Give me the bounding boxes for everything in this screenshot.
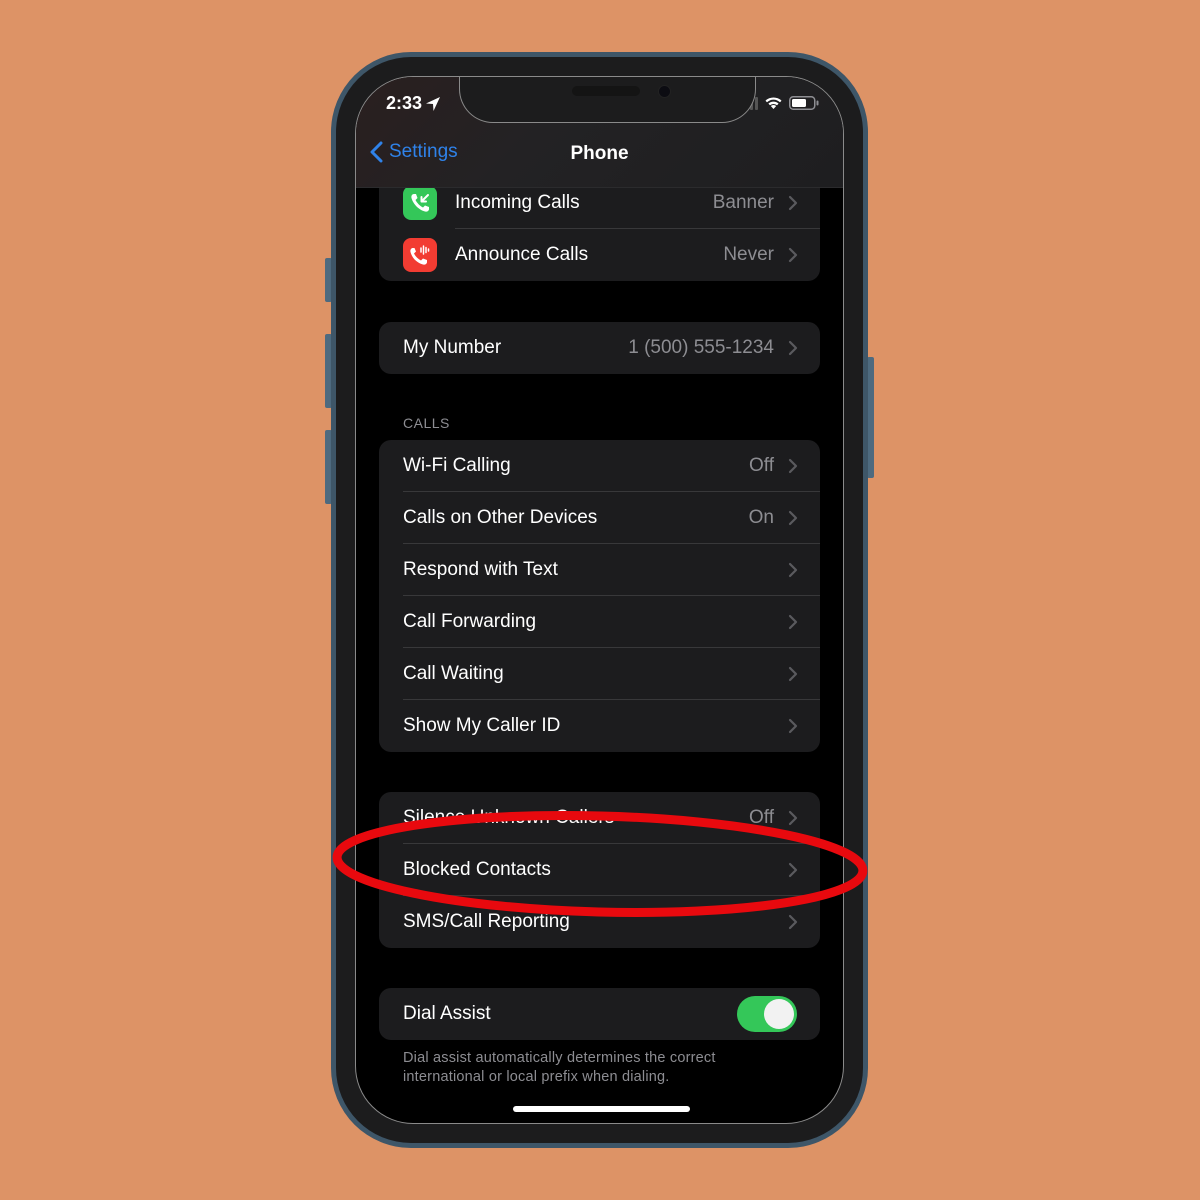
announce-call-icon bbox=[403, 238, 437, 272]
wifi-calling-value: Off bbox=[749, 455, 774, 476]
blocked-contacts-label: Blocked Contacts bbox=[403, 859, 551, 880]
blocking-group: Silence Unknown Callers Off Blocked Cont… bbox=[379, 792, 820, 948]
silence-unknown-callers-row[interactable]: Silence Unknown Callers Off bbox=[379, 792, 820, 844]
chevron-right-icon bbox=[788, 666, 798, 682]
battery-icon bbox=[789, 96, 819, 110]
phone-screen: 2:33 Settings Phone Incoming Calls Banne… bbox=[355, 76, 844, 1124]
chevron-right-icon bbox=[788, 810, 798, 826]
earpiece-speaker bbox=[572, 86, 640, 96]
chevron-right-icon bbox=[788, 340, 798, 356]
announce-calls-row[interactable]: Announce Calls Never bbox=[379, 229, 820, 281]
phone-frame: 2:33 Settings Phone Incoming Calls Banne… bbox=[331, 52, 868, 1148]
silence-unknown-callers-value: Off bbox=[749, 807, 774, 828]
call-forwarding-label: Call Forwarding bbox=[403, 611, 537, 632]
wifi-calling-row[interactable]: Wi-Fi Calling Off bbox=[379, 440, 820, 492]
settings-list: Incoming Calls Banner Announce Calls Nev… bbox=[356, 77, 843, 1123]
front-camera bbox=[658, 85, 671, 98]
show-my-caller-id-label: Show My Caller ID bbox=[403, 715, 561, 736]
chevron-right-icon bbox=[788, 458, 798, 474]
phone-bezel: 2:33 Settings Phone Incoming Calls Banne… bbox=[336, 57, 863, 1143]
incoming-call-icon bbox=[403, 186, 437, 220]
dial-assist-row: Dial Assist bbox=[379, 988, 820, 1040]
dial-assist-toggle[interactable] bbox=[737, 996, 797, 1032]
toggle-knob bbox=[764, 999, 794, 1029]
call-forwarding-row[interactable]: Call Forwarding bbox=[379, 596, 820, 648]
sms-call-reporting-row[interactable]: SMS/Call Reporting bbox=[379, 896, 820, 948]
show-my-caller-id-row[interactable]: Show My Caller ID bbox=[379, 700, 820, 752]
power-button[interactable] bbox=[867, 357, 874, 478]
wifi-calling-label: Wi-Fi Calling bbox=[403, 455, 511, 476]
my-number-group: My Number 1 (500) 555-1234 bbox=[379, 322, 820, 374]
respond-with-text-row[interactable]: Respond with Text bbox=[379, 544, 820, 596]
chevron-right-icon bbox=[788, 247, 798, 263]
announce-calls-value: Never bbox=[723, 244, 774, 265]
call-waiting-row[interactable]: Call Waiting bbox=[379, 648, 820, 700]
chevron-right-icon bbox=[788, 614, 798, 630]
chevron-right-icon bbox=[788, 718, 798, 734]
navigation-header: 2:33 Settings Phone bbox=[356, 77, 843, 188]
dial-assist-footer: Dial assist automatically determines the… bbox=[403, 1050, 716, 1085]
my-number-row[interactable]: My Number 1 (500) 555-1234 bbox=[379, 322, 820, 374]
my-number-label: My Number bbox=[403, 337, 502, 358]
home-indicator[interactable] bbox=[513, 1106, 690, 1112]
location-arrow-icon bbox=[426, 96, 441, 111]
respond-with-text-label: Respond with Text bbox=[403, 559, 558, 580]
calls-on-other-devices-label: Calls on Other Devices bbox=[403, 507, 598, 528]
chevron-right-icon bbox=[788, 195, 798, 211]
status-bar-time: 2:33 bbox=[386, 93, 441, 114]
dial-assist-group: Dial Assist bbox=[379, 988, 820, 1040]
incoming-calls-label: Incoming Calls bbox=[455, 192, 580, 213]
dial-assist-label: Dial Assist bbox=[403, 1003, 491, 1024]
chevron-right-icon bbox=[788, 562, 798, 578]
notch bbox=[459, 77, 756, 123]
call-waiting-label: Call Waiting bbox=[403, 663, 504, 684]
calls-on-other-devices-value: On bbox=[748, 507, 774, 528]
my-number-value: 1 (500) 555-1234 bbox=[628, 337, 774, 358]
page-title: Phone bbox=[570, 143, 629, 164]
chevron-right-icon bbox=[788, 862, 798, 878]
calls-group: Wi-Fi Calling Off Calls on Other Devices… bbox=[379, 440, 820, 752]
calls-section-header: CALLS bbox=[403, 415, 450, 431]
wifi-icon bbox=[765, 97, 782, 109]
chevron-right-icon bbox=[788, 914, 798, 930]
time-label: 2:33 bbox=[386, 93, 423, 113]
silence-unknown-callers-label: Silence Unknown Callers bbox=[403, 807, 615, 828]
announce-calls-label: Announce Calls bbox=[455, 244, 589, 265]
incoming-calls-value: Banner bbox=[712, 192, 774, 213]
calls-on-other-devices-row[interactable]: Calls on Other Devices On bbox=[379, 492, 820, 544]
sms-call-reporting-label: SMS/Call Reporting bbox=[403, 911, 570, 932]
chevron-right-icon bbox=[788, 510, 798, 526]
blocked-contacts-row[interactable]: Blocked Contacts bbox=[379, 844, 820, 896]
